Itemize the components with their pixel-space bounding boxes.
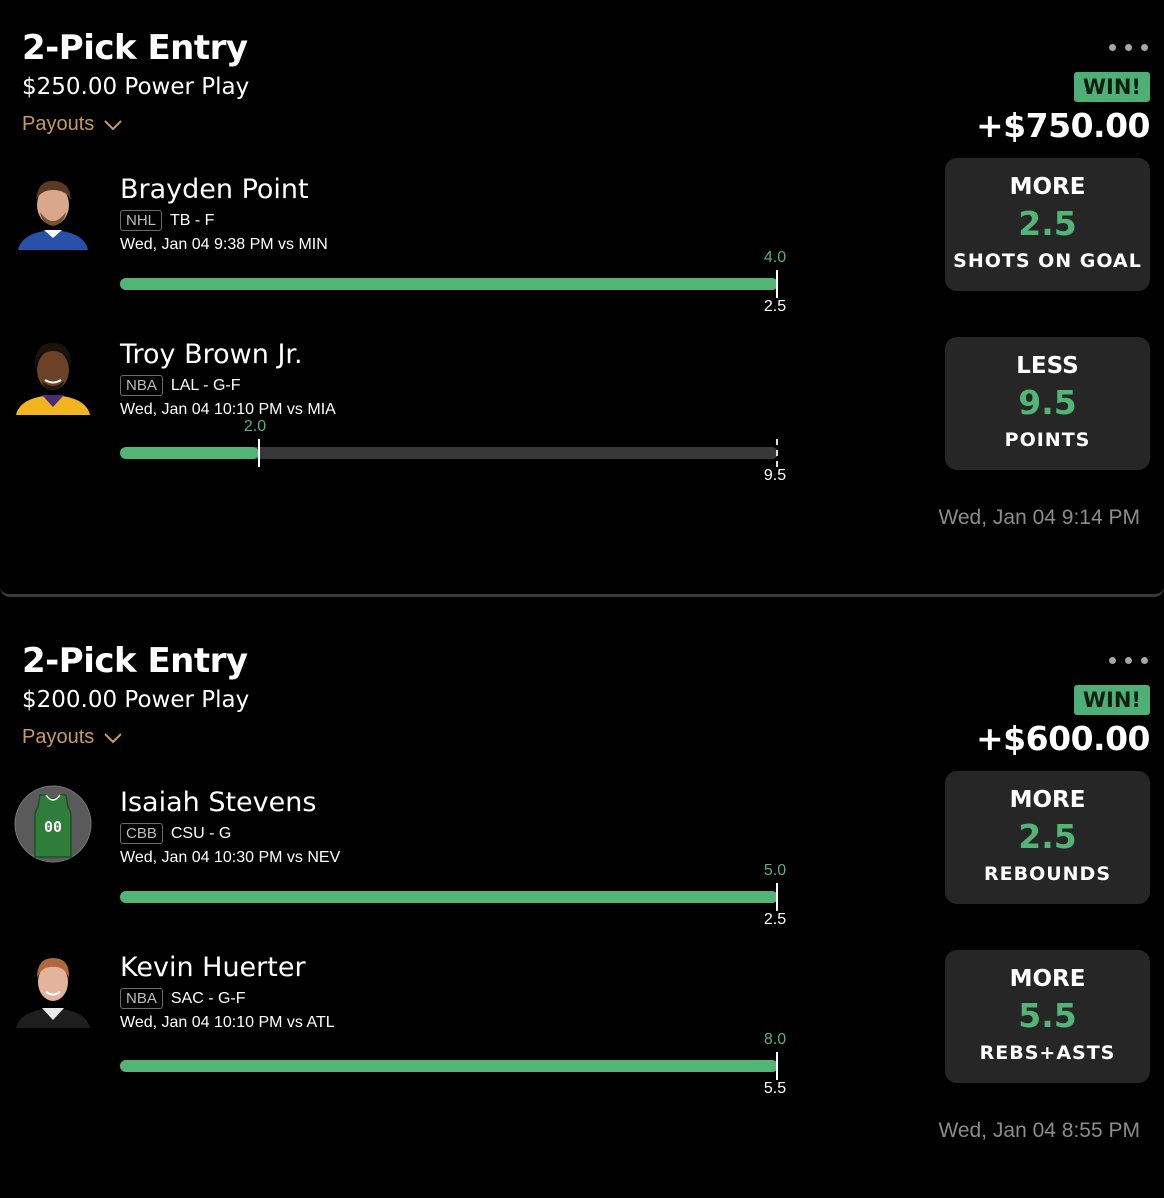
game-info: Wed, Jan 04 9:38 PM vs MIN [120, 236, 328, 253]
progress-fill [120, 1060, 778, 1072]
progress-fill [120, 278, 778, 290]
progress-bar: 4.0 2.5 [120, 249, 786, 315]
pick-row[interactable]: Brayden Point NHL TB - F Wed, Jan 04 9:38… [0, 158, 1164, 322]
game-info: Wed, Jan 04 10:30 PM vs NEV [120, 849, 341, 866]
win-badge: WIN! [1073, 72, 1150, 102]
line-marker [776, 270, 778, 298]
jersey-icon: 00 [14, 785, 92, 863]
payouts-label: Payouts [22, 113, 95, 135]
team-position: TB - F [170, 211, 215, 229]
payouts-toggle[interactable]: Payouts [22, 726, 122, 749]
actual-stat: 8.0 [763, 1031, 787, 1048]
team-position: CSU - G [170, 824, 232, 842]
entry-title: 2-Pick Entry [22, 641, 248, 681]
pick-card[interactable]: MORE 2.5 REBOUNDS [945, 771, 1150, 904]
pick-line: 9.5 [1018, 383, 1077, 422]
entry-timestamp: Wed, Jan 04 8:55 PM [938, 1119, 1140, 1142]
entry-card: 2-Pick Entry $250.00 Power Play Payouts … [0, 0, 1164, 597]
actual-marker [258, 439, 260, 467]
player-avatar-icon [14, 337, 92, 415]
line-value: 2.5 [763, 911, 787, 928]
entry-subtitle: $250.00 Power Play [22, 74, 250, 100]
win-badge: WIN! [1073, 685, 1150, 715]
payout-amount: +$750.00 [976, 106, 1150, 145]
progress-bar: 2.0 9.5 [120, 418, 786, 484]
pick-card[interactable]: MORE 2.5 SHOTS ON GOAL [945, 158, 1150, 291]
pick-line: 2.5 [1018, 817, 1077, 856]
pick-stat: SHOTS ON GOAL [953, 250, 1142, 272]
progress-fill [120, 447, 259, 459]
jersey-number: 00 [44, 818, 62, 836]
player-name: Brayden Point [120, 174, 309, 205]
league-badge: NBA [120, 988, 163, 1009]
pick-stat: REBOUNDS [983, 863, 1112, 885]
player-name: Troy Brown Jr. [120, 339, 303, 370]
line-value: 5.5 [763, 1080, 787, 1097]
actual-stat: 5.0 [763, 862, 787, 879]
league-badge: CBB [120, 823, 163, 844]
pick-line: 2.5 [1018, 204, 1077, 243]
pick-row[interactable]: Kevin Huerter NBA SAC - G-F Wed, Jan 04 1… [0, 950, 1164, 1100]
player-avatar-icon [14, 950, 92, 1028]
game-info: Wed, Jan 04 10:10 PM vs ATL [120, 1014, 335, 1031]
player-name: Kevin Huerter [120, 952, 306, 983]
pick-direction: MORE [1009, 174, 1086, 200]
more-options-icon[interactable] [1109, 44, 1148, 51]
payouts-label: Payouts [22, 726, 95, 748]
progress-bar: 8.0 5.5 [120, 1031, 786, 1097]
line-value: 9.5 [763, 467, 787, 484]
chevron-down-icon [104, 732, 122, 743]
league-badge: NBA [120, 375, 163, 396]
pick-direction: MORE [1009, 966, 1086, 992]
pick-row[interactable]: Troy Brown Jr. NBA LAL - G-F Wed, Jan 04 … [0, 337, 1164, 487]
more-options-icon[interactable] [1109, 657, 1148, 664]
pick-card[interactable]: LESS 9.5 POINTS [945, 337, 1150, 470]
line-marker [776, 439, 778, 467]
progress-fill [120, 891, 778, 903]
player-avatar-icon [14, 172, 92, 250]
entry-subtitle: $200.00 Power Play [22, 687, 250, 713]
team-position: LAL - G-F [170, 376, 241, 394]
entry-card: 2-Pick Entry $200.00 Power Play Payouts … [0, 613, 1164, 1198]
pick-direction: LESS [1016, 353, 1079, 379]
line-marker [776, 883, 778, 911]
pick-stat: POINTS [1004, 429, 1091, 451]
progress-bar: 5.0 2.5 [120, 862, 786, 928]
entry-timestamp: Wed, Jan 04 9:14 PM [938, 506, 1140, 529]
pick-card[interactable]: MORE 5.5 REBS+ASTS [945, 950, 1150, 1083]
line-marker [776, 1052, 778, 1080]
team-position: SAC - G-F [170, 989, 246, 1007]
actual-stat: 2.0 [243, 418, 267, 435]
pick-row[interactable]: 00 Isaiah Stevens CBB CSU - G Wed, Jan 04… [0, 771, 1164, 935]
line-value: 2.5 [763, 298, 787, 315]
chevron-down-icon [104, 119, 122, 130]
payouts-toggle[interactable]: Payouts [22, 113, 122, 136]
pick-direction: MORE [1009, 787, 1086, 813]
pick-line: 5.5 [1018, 996, 1077, 1035]
actual-stat: 4.0 [763, 249, 787, 266]
league-badge: NHL [120, 210, 163, 231]
player-name: Isaiah Stevens [120, 787, 317, 818]
payout-amount: +$600.00 [976, 719, 1150, 758]
game-info: Wed, Jan 04 10:10 PM vs MIA [120, 401, 336, 418]
pick-stat: REBS+ASTS [979, 1042, 1116, 1064]
entry-title: 2-Pick Entry [22, 28, 248, 68]
